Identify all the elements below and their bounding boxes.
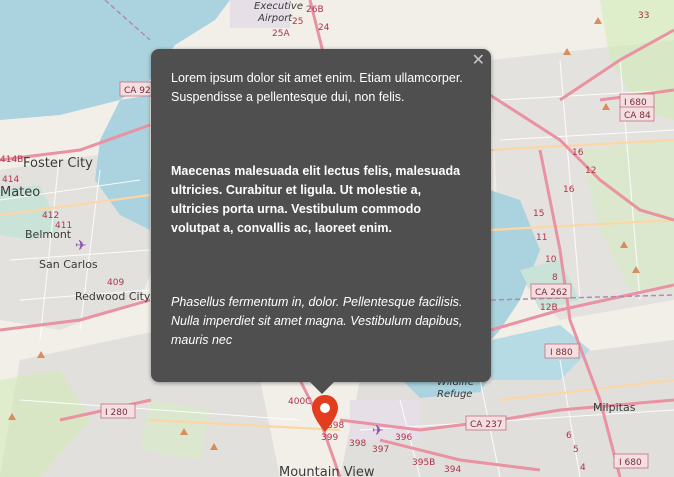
exit-label: 12B [540,303,558,313]
exit-label: 414B [0,155,23,165]
exit-label: 33 [638,11,649,21]
map-popup: ✕ Lorem ipsum dolor sit amet enim. Etiam… [151,49,491,394]
exit-label: 24 [318,23,330,33]
exit-label: 4 [580,463,586,473]
place-label-mountain-view: Mountain View [279,465,375,477]
svg-text:CA 84: CA 84 [624,111,651,121]
exit-label: 411 [55,221,72,231]
exit-label: 6 [566,431,572,441]
svg-text:I 680: I 680 [624,98,647,108]
airport-icon: ✈ [372,423,384,439]
popup-tip [310,382,334,394]
popup-paragraph-1: Lorem ipsum dolor sit amet enim. Etiam u… [171,71,463,104]
svg-text:CA 237: CA 237 [470,420,502,430]
place-label-mateo: Mateo [0,185,40,200]
exit-label: 395B [412,458,435,468]
place-label-redwood-city: Redwood City [75,290,151,303]
place-label-airport: Airport [257,13,293,24]
exit-label: 409 [107,278,124,288]
svg-text:CA 262: CA 262 [535,288,567,298]
svg-text:I 280: I 280 [105,408,128,418]
place-label-milpitas: Milpitas [593,401,636,414]
exit-label: 400C [288,397,311,407]
place-label-foster-city: Foster City [23,156,93,171]
place-label-executive: Executive [254,1,303,12]
shield-ca-262: CA 262 [530,283,572,299]
shield-ca-92: CA 92 [119,81,155,97]
exit-label: 10 [545,255,557,265]
popup-paragraph-3: Phasellus fermentum in, dolor. Pellentes… [171,295,463,347]
place-label-refuge: Refuge [437,389,472,400]
popup-paragraph-2: Maecenas malesuada elit lectus felis, ma… [171,164,461,235]
svg-text:I 880: I 880 [550,348,573,358]
exit-label: 25A [272,29,290,39]
map-pin-icon[interactable] [310,394,340,434]
exit-label: 5 [573,445,579,455]
exit-label: 25 [292,17,303,27]
exit-label: 394 [444,465,461,475]
shield-i-880: I 880 [544,343,580,359]
exit-label: 414 [2,175,19,185]
svg-text:I 680: I 680 [619,458,642,468]
svg-text:CA 92: CA 92 [124,86,151,96]
close-icon[interactable]: ✕ [472,52,485,68]
airport-icon: ✈ [75,238,87,254]
shield-ca-84: CA 84 [619,106,655,122]
exit-label: 398 [349,439,366,449]
exit-label: 11 [536,233,547,243]
exit-label: 16 [572,148,584,158]
shield-ca-237: CA 237 [465,415,507,431]
exit-label: 399 [321,433,338,443]
exit-label: 397 [372,445,389,455]
exit-label: 396 [395,433,412,443]
shield-i-280: I 280 [100,403,136,419]
exit-label: 15 [533,209,544,219]
exit-label: 12 [585,166,596,176]
exit-label: 16 [563,185,575,195]
exit-label: 26B [306,5,324,15]
exit-label: 412 [42,211,59,221]
shield-i-680: I 680 [619,93,655,109]
shield-i-680-south: I 680 [613,453,649,469]
place-label-san-carlos: San Carlos [39,258,98,271]
exit-label: 8 [552,273,558,283]
